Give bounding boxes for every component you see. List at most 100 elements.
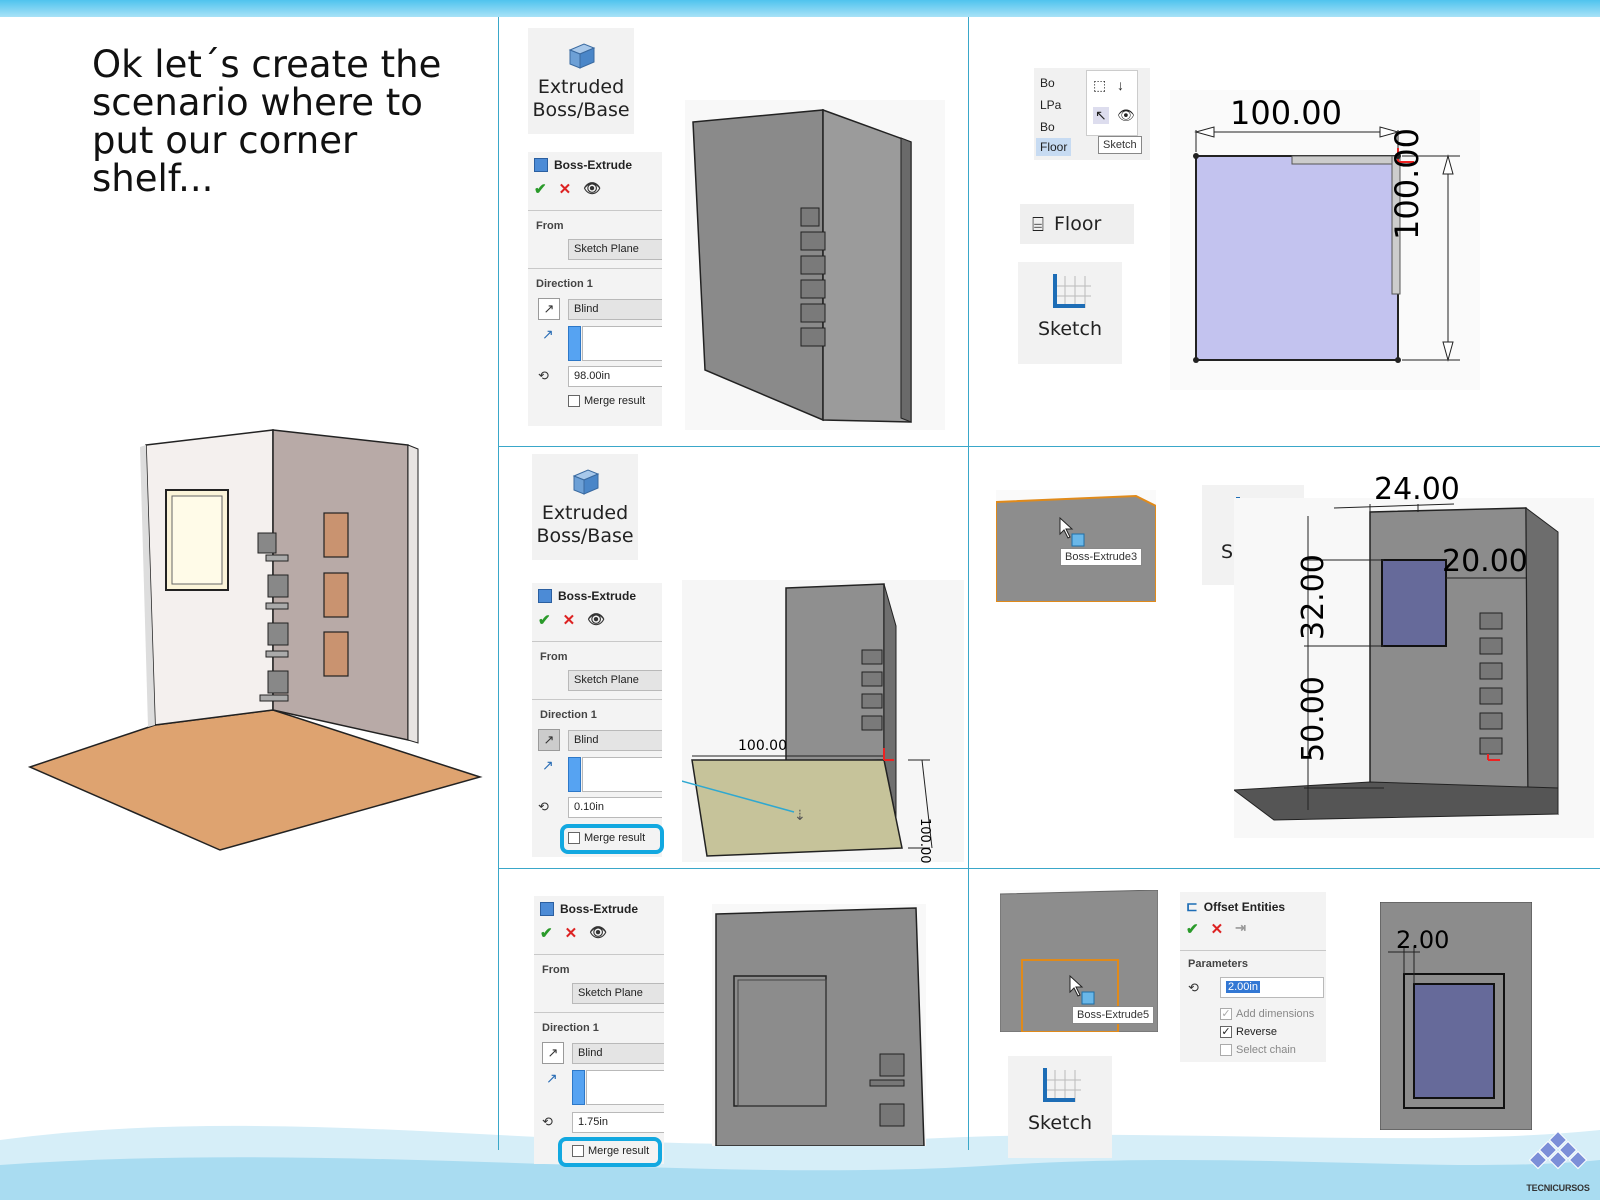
window-sketch-model: [1234, 498, 1594, 838]
frame-offset-dim[interactable]: 2.00: [1396, 926, 1449, 954]
logo-text: TECNICURSOS: [1526, 1183, 1590, 1193]
add-dimensions-checkbox[interactable]: ✓ Add dimensions: [1220, 1008, 1314, 1020]
direction-selection-swatch: [572, 1070, 585, 1105]
pin-icon[interactable]: ⇥: [1235, 920, 1246, 938]
boss-extrude-icon: [538, 589, 552, 603]
depth-dimension-icon: ⟲: [538, 799, 549, 814]
ok-check-icon[interactable]: ✔: [534, 180, 547, 198]
depth-input[interactable]: 98.00in: [568, 366, 662, 387]
sketch-icon: [1043, 1068, 1081, 1102]
sketch-label: Sketch: [1027, 1112, 1092, 1134]
ok-check-icon[interactable]: ✔: [540, 924, 553, 942]
tree-item-1[interactable]: Bo: [1040, 76, 1055, 90]
floor-extrude-dim[interactable]: 100.00: [738, 738, 787, 754]
extruded-boss-base-button[interactable]: Extruded Boss/Base: [528, 28, 634, 134]
tecnicursos-logo: TECNICURSOS: [1520, 1130, 1596, 1196]
select-chain-checkbox[interactable]: Select chain: [1220, 1044, 1296, 1056]
eye-icon[interactable]: 👁: [1117, 107, 1135, 124]
edit-feature-icon[interactable]: ⬚: [1093, 77, 1106, 94]
boss-extrude-icon: [540, 902, 554, 916]
from-select[interactable]: Sketch Plane: [572, 983, 664, 1004]
ok-check-icon[interactable]: ✔: [538, 611, 551, 629]
divider-vertical-1: [498, 17, 499, 1150]
boss-extrude-panel-1: Boss-Extrude ✔ ✕ 👁 From Sketch Plane Dir…: [528, 152, 662, 426]
cancel-x-icon[interactable]: ✕: [563, 611, 576, 629]
from-select[interactable]: Sketch Plane: [568, 239, 662, 260]
extruded-boss-base-button-2[interactable]: Extruded Boss/Base: [532, 454, 638, 560]
slide-title: Ok let´s create the scenario where to pu…: [92, 43, 442, 200]
window-dim-bottom[interactable]: 50.00: [1296, 676, 1331, 762]
floor-dim-horizontal[interactable]: 100.00: [1230, 94, 1342, 132]
merge-result-highlight: [560, 824, 664, 854]
floor-label: Floor: [1054, 213, 1102, 235]
preview-eye-icon[interactable]: 👁: [587, 611, 605, 629]
offset-distance-value: 2.00in: [1226, 981, 1260, 993]
window-dim-offset[interactable]: 20.00: [1442, 544, 1528, 579]
boss-extrude-panel-2: Boss-Extrude ✔ ✕ 👁 From Sketch Plane Dir…: [532, 583, 662, 857]
direction-selection-box[interactable]: [582, 326, 662, 361]
svg-text:⇣: ⇣: [794, 807, 806, 823]
extruded-label-line1: Extruded: [541, 502, 629, 524]
depth-input[interactable]: 0.10in: [568, 797, 662, 818]
boss-extrude-panel-3: Boss-Extrude ✔ ✕ 👁 From Sketch Plane Dir…: [534, 896, 664, 1164]
top-banner: [0, 0, 1600, 17]
end-condition-select[interactable]: Blind: [572, 1043, 664, 1064]
extruded-label-line2: Boss/Base: [536, 525, 634, 547]
merge-result-highlight: [558, 1137, 662, 1167]
floor-dim-vertical[interactable]: 100.00: [1388, 128, 1426, 240]
plane-icon: ⌸: [1032, 212, 1044, 236]
divider-horizontal-2: [498, 868, 1600, 869]
reverse-direction-icon[interactable]: ↗: [538, 729, 560, 751]
boss-extrude-icon: [534, 158, 548, 172]
direction-label: Direction 1: [540, 709, 597, 721]
divider-horizontal-1: [498, 446, 1600, 447]
depth-dimension-icon: ⟲: [538, 368, 549, 383]
panel-title: Boss-Extrude: [558, 589, 637, 603]
sketch-button-1[interactable]: Sketch: [1018, 262, 1122, 364]
reverse-direction-icon[interactable]: ↗: [538, 298, 560, 320]
direction-selection-box[interactable]: [586, 1070, 664, 1105]
panel-title: Boss-Extrude: [554, 158, 633, 172]
sketch-icon: [1053, 274, 1091, 308]
parameters-label: Parameters: [1188, 958, 1248, 970]
end-condition-select[interactable]: Blind: [568, 730, 662, 751]
cancel-x-icon[interactable]: ✕: [1211, 920, 1224, 938]
merge-result-checkbox[interactable]: Merge result: [568, 395, 645, 407]
direction-selection-box[interactable]: [582, 757, 662, 792]
window-dim-width[interactable]: 24.00: [1374, 472, 1460, 507]
floor-plane-button[interactable]: ⌸ Floor: [1020, 204, 1134, 244]
preview-eye-icon[interactable]: 👁: [583, 180, 601, 198]
preview-eye-icon[interactable]: 👁: [589, 924, 607, 942]
reverse-direction-icon[interactable]: ↗: [542, 1042, 564, 1064]
tree-item-floor[interactable]: Floor: [1036, 138, 1072, 156]
ok-check-icon[interactable]: ✔: [1186, 920, 1199, 938]
direction-selection-swatch: [568, 326, 581, 361]
floor-extrude-dim-side[interactable]: 100.00: [917, 818, 932, 864]
direction-arrow-icon: ↗: [542, 326, 554, 342]
offset-distance-input[interactable]: 2.00in: [1220, 977, 1324, 998]
from-label: From: [540, 651, 568, 663]
from-label: From: [536, 220, 564, 232]
sketch-small-icon[interactable]: ↖: [1093, 107, 1109, 124]
tree-item-2[interactable]: LPa: [1040, 98, 1061, 112]
rollback-icon[interactable]: ↓: [1117, 77, 1124, 93]
depth-input[interactable]: 1.75in: [572, 1112, 664, 1133]
logo-diamond-icon: [1528, 1130, 1588, 1170]
sketch-tooltip: Sketch: [1098, 136, 1142, 154]
offset-title: Offset Entities: [1203, 899, 1286, 914]
reverse-checkbox[interactable]: ✓ Reverse: [1220, 1026, 1277, 1038]
distance-icon: ⟲: [1188, 980, 1199, 995]
end-condition-select[interactable]: Blind: [568, 299, 662, 320]
sketch-button-3[interactable]: Sketch: [1008, 1056, 1112, 1158]
extruded-label-line1: Extruded: [537, 76, 625, 98]
cancel-x-icon[interactable]: ✕: [565, 924, 578, 942]
panel-title: Boss-Extrude: [560, 902, 639, 916]
from-label: From: [542, 964, 570, 976]
from-select[interactable]: Sketch Plane: [568, 670, 662, 691]
floor-sketch-drawing: [1170, 90, 1480, 390]
cancel-x-icon[interactable]: ✕: [559, 180, 572, 198]
extrude-icon: [568, 43, 596, 69]
window-dim-height[interactable]: 32.00: [1296, 554, 1331, 640]
sketch-label: Sketch: [1037, 318, 1102, 340]
tree-item-3[interactable]: Bo: [1040, 120, 1055, 134]
